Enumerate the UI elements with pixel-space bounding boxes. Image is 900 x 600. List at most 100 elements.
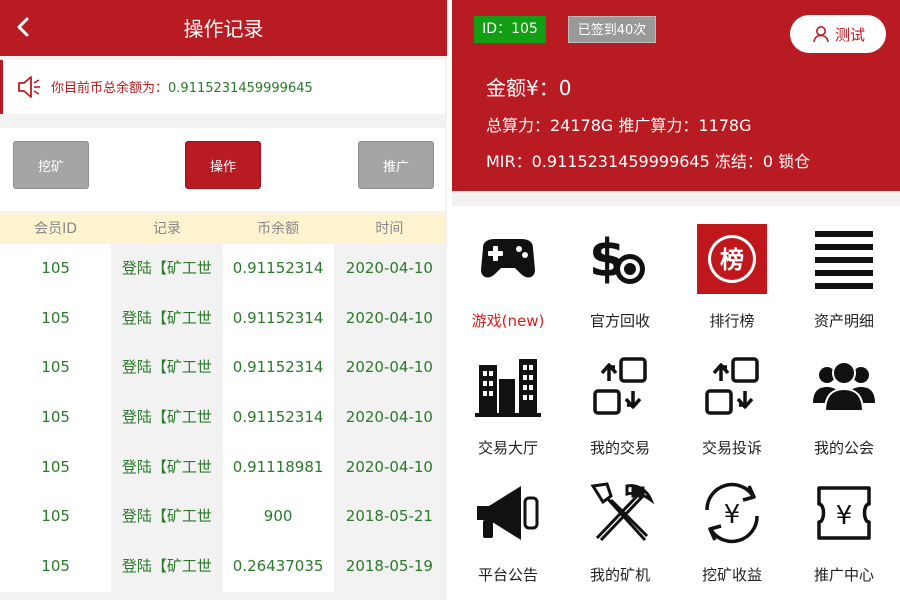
- sign-in-badge[interactable]: 已签到40次: [568, 16, 656, 43]
- cell-time: 2018-05-21: [333, 492, 445, 543]
- exchange-arrows-icon: [697, 351, 767, 421]
- dollar-recycle-icon: $: [585, 224, 655, 294]
- speaker-icon: [18, 76, 40, 98]
- user-center-panel: ID：105 已签到40次 测试 金额¥：0 总算力：24178G 推广算力：1…: [452, 0, 900, 600]
- column-header-member-id: 会员ID: [34, 221, 78, 237]
- left-header: 操作记录: [0, 0, 447, 56]
- gamepad-icon: [473, 224, 543, 294]
- yen-cycle-icon: ¥: [697, 478, 767, 548]
- exchange-arrows-icon: [585, 351, 655, 421]
- menu-item[interactable]: $ 官方回收: [564, 224, 676, 351]
- table-row: 105 登陆【矿工世 0.91152314 2020-04-10: [0, 343, 445, 394]
- user-info-header: ID：105 已签到40次 测试 金额¥：0 总算力：24178G 推广算力：1…: [452, 0, 900, 191]
- table-row: 105 登陆【矿工世 0.26437035 2018-05-19: [0, 542, 445, 592]
- cell-member-id: 105: [0, 343, 112, 394]
- svg-text:榜: 榜: [720, 246, 744, 274]
- amount-text: 金额¥：0: [486, 76, 572, 100]
- cell-record: 登陆【矿工世: [111, 293, 223, 344]
- balance-label: 你目前币总余额为：: [51, 81, 169, 96]
- menu-item[interactable]: 我的矿机: [564, 478, 676, 600]
- user-icon: [813, 26, 829, 43]
- menu-item-label: 挖矿收益: [701, 566, 762, 584]
- cell-balance: 0.91152314: [222, 293, 334, 344]
- svg-text:¥: ¥: [724, 500, 741, 530]
- cell-time: 2020-04-10: [333, 343, 445, 394]
- menu-item-label: 我的公会: [813, 439, 874, 457]
- cell-time: 2020-04-10: [333, 393, 445, 443]
- record-table-body: 105 登陆【矿工世 0.91152314 2020-04-10 105 登陆【矿工世 0.…: [0, 244, 445, 592]
- cell-member-id: 105: [0, 442, 112, 493]
- menu-item-label: 游戏(new): [471, 312, 545, 330]
- balance-value: 0.9115231459999645: [168, 81, 313, 96]
- ranking-badge-icon: 榜: [697, 224, 767, 294]
- menu-item-label: 资产明细: [813, 312, 874, 330]
- column-header-record: 记录: [152, 221, 181, 237]
- yen-ticket-icon: ¥: [809, 478, 879, 548]
- cell-record: 登陆【矿工世: [111, 244, 223, 294]
- cell-record: 登陆【矿工世: [111, 393, 223, 443]
- menu-item[interactable]: 资产明细: [788, 224, 900, 351]
- cell-member-id: 105: [0, 542, 112, 592]
- table-row: 105 登陆【矿工世 0.91152314 2020-04-10: [0, 393, 445, 443]
- table-row: 105 登陆【矿工世 900 2018-05-21: [0, 492, 445, 543]
- cell-time: 2020-04-10: [333, 244, 445, 294]
- menu-item[interactable]: 游戏(new): [452, 224, 564, 351]
- menu-item-label: 推广中心: [813, 566, 874, 584]
- svg-text:¥: ¥: [836, 501, 853, 531]
- cell-balance: 900: [222, 492, 334, 543]
- menu-item[interactable]: ¥ 挖矿收益: [676, 478, 788, 600]
- menu-item[interactable]: ¥ 推广中心: [788, 478, 900, 600]
- mir-text: MIR：0.9115231459999645 冻结：0 锁仓: [486, 152, 811, 171]
- menu-item-label: 交易大厅: [477, 439, 538, 457]
- tab-operation[interactable]: 操作: [185, 141, 261, 189]
- column-header-time: 时间: [375, 221, 404, 237]
- table-row: 105 登陆【矿工世 0.91118981 2020-04-10: [0, 442, 445, 493]
- menu-item[interactable]: 平台公告: [452, 478, 564, 600]
- cell-record: 登陆【矿工世: [111, 492, 223, 543]
- balance-notice: 你目前币总余额为：0.9115231459999645: [0, 60, 445, 114]
- table-row: 105 登陆【矿工世 0.91152314 2020-04-10: [0, 244, 445, 294]
- page-title: 操作记录: [183, 17, 264, 41]
- user-id-badge: ID：105: [474, 16, 546, 43]
- tab-promotion[interactable]: 推广: [358, 141, 434, 189]
- menu-item[interactable]: 交易投诉: [676, 351, 788, 478]
- menu-item-label: 排行榜: [709, 312, 755, 330]
- cell-member-id: 105: [0, 492, 112, 543]
- megaphone-icon: [473, 478, 543, 548]
- table-header: 会员ID 记录 币余额 时间: [0, 214, 445, 244]
- cell-time: 2020-04-10: [333, 293, 445, 344]
- operation-record-panel: 操作记录 你目前币总余额为：0.9115231459999645 挖矿 操作 推…: [0, 0, 447, 600]
- cell-member-id: 105: [0, 244, 112, 294]
- menu-item[interactable]: 我的公会: [788, 351, 900, 478]
- table-row: 105 登陆【矿工世 0.91152314 2020-04-10: [0, 293, 445, 344]
- menu-item-label: 我的交易: [589, 439, 650, 457]
- tab-mining[interactable]: 挖矿: [13, 141, 89, 189]
- cell-balance: 0.91118981: [222, 442, 334, 493]
- buildings-icon: [473, 351, 543, 421]
- menu-item-label: 交易投诉: [701, 439, 762, 457]
- cell-member-id: 105: [0, 393, 112, 443]
- shovel-pickaxe-icon: [585, 478, 655, 548]
- menu-item-label: 平台公告: [477, 566, 538, 584]
- hashpower-text: 总算力：24178G 推广算力：1178G: [486, 116, 752, 135]
- menu-item-label: 官方回收: [589, 312, 650, 330]
- list-lines-icon: [809, 224, 879, 294]
- menu-item-label: 我的矿机: [589, 566, 650, 584]
- function-menu-grid: 游戏(new) $ 官方回收榜排行榜 资产明细 交易大厅 我的交易 交易投诉 我的公会 平台公告…: [452, 206, 900, 600]
- cell-time: 2018-05-19: [333, 542, 445, 592]
- cell-record: 登陆【矿工世: [111, 343, 223, 394]
- user-profile-button[interactable]: 测试: [790, 15, 886, 53]
- cell-member-id: 105: [0, 293, 112, 344]
- record-tabs: 挖矿 操作 推广: [0, 128, 445, 211]
- cell-balance: 0.26437035: [222, 542, 334, 592]
- cell-record: 登陆【矿工世: [111, 542, 223, 592]
- group-people-icon: [809, 351, 879, 421]
- cell-time: 2020-04-10: [333, 442, 445, 493]
- menu-item[interactable]: 榜排行榜: [676, 224, 788, 351]
- user-name: 测试: [834, 25, 865, 44]
- menu-item[interactable]: 我的交易: [564, 351, 676, 478]
- menu-item[interactable]: 交易大厅: [452, 351, 564, 478]
- cell-balance: 0.91152314: [222, 393, 334, 443]
- cell-record: 登陆【矿工世: [111, 442, 223, 493]
- cell-balance: 0.91152314: [222, 244, 334, 294]
